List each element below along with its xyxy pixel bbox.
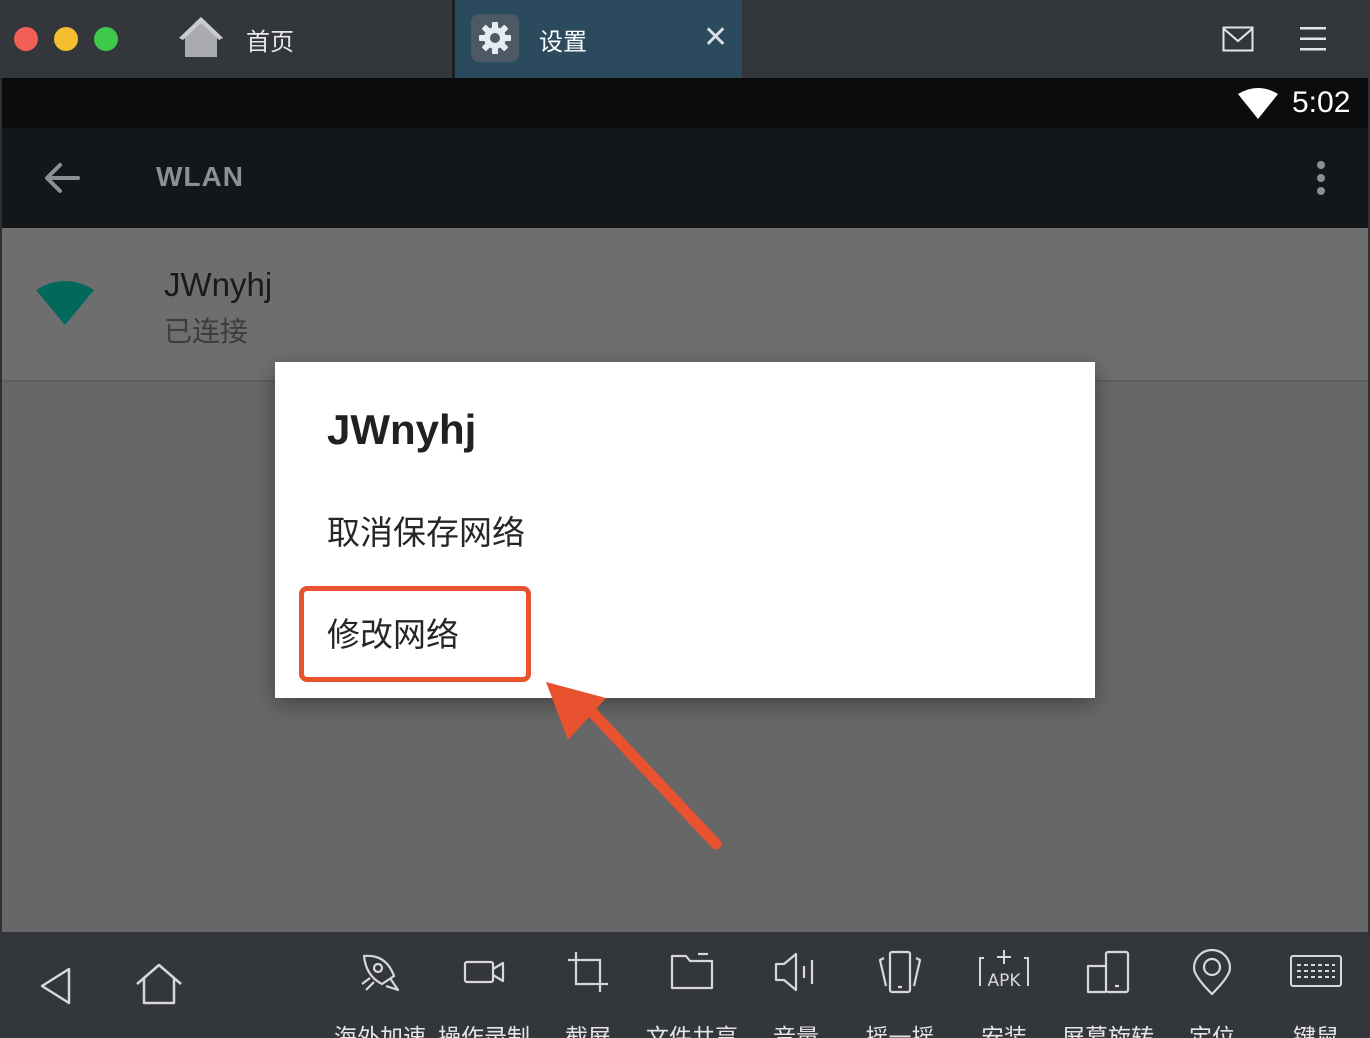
home-icon [176,14,226,64]
network-name: JWnyhj [164,266,273,303]
location-pin-icon [1192,948,1232,996]
apk-install-icon: APK [979,950,1029,991]
speaker-icon [774,952,814,992]
maximize-window-button[interactable] [94,27,118,51]
gear-icon [471,14,519,62]
tool-label: 摇一摇 [865,1025,935,1038]
title-bar: 首页 设置 ✕ [0,0,1370,78]
rotate-screen-button[interactable]: 屏幕旋转 [1056,948,1160,1038]
dialog-title: JWnyhj [327,406,477,453]
wifi-signal-icon [36,280,94,330]
status-time: 5:02 [1292,86,1351,119]
install-apk-button[interactable]: APK 安装 [952,948,1056,1038]
crop-icon [568,952,608,992]
tool-label: 操作录制 [438,1025,530,1038]
nav-back-icon[interactable] [38,966,74,1010]
minimize-window-button[interactable] [54,27,78,51]
overseas-accelerate-button[interactable]: 海外加速 [328,948,432,1038]
tool-label: 截屏 [565,1025,611,1038]
mail-icon[interactable] [1222,26,1254,56]
file-share-button[interactable]: 文件共享 [640,948,744,1038]
tab-home-label: 首页 [246,28,294,56]
android-status-bar: 5:02 [2,78,1368,128]
bottom-toolbar: 海外加速 操作录制 截屏 文件共享 音量 摇一摇 APK 安装 屏幕旋转 定位 … [0,932,1370,1038]
close-window-button[interactable] [14,27,38,51]
volume-button[interactable]: 音量 [744,948,848,1038]
tool-label: 文件共享 [646,1025,738,1038]
highlight-box [299,586,531,682]
network-list-item[interactable]: JWnyhj 已连接 [2,228,1368,382]
shake-phone-icon [878,950,922,994]
emulator-window: 首页 设置 ✕ 5:02 WLAN JWnyhj 已连接 JWnyhj 取消保存… [0,0,1370,1038]
keyboard-mouse-button[interactable]: 键鼠 [1264,948,1368,1038]
keyboard-icon [1290,955,1342,987]
tab-home[interactable]: 首页 [150,0,452,78]
tool-label: 屏幕旋转 [1062,1025,1154,1038]
more-options-icon[interactable] [1314,160,1328,200]
wifi-icon [1238,88,1278,124]
screenshot-button[interactable]: 截屏 [536,948,640,1038]
forget-network-option[interactable]: 取消保存网络 [327,506,525,554]
video-camera-icon [463,960,505,984]
page-title: WLAN [156,161,244,192]
tab-settings[interactable]: 设置 ✕ [452,0,742,78]
location-button[interactable]: 定位 [1160,948,1264,1038]
network-status: 已连接 [164,315,249,348]
tool-label: 定位 [1189,1025,1235,1038]
record-operation-button[interactable]: 操作录制 [432,948,536,1038]
tab-settings-label: 设置 [539,28,587,56]
shake-button[interactable]: 摇一摇 [848,948,952,1038]
back-arrow-icon[interactable] [42,160,82,200]
annotation-arrow-icon [530,668,730,862]
close-tab-icon[interactable]: ✕ [703,18,728,58]
tool-label: 音量 [773,1025,819,1038]
nav-home-icon[interactable] [134,962,184,1010]
action-bar: WLAN [2,128,1368,228]
tool-label: 安装 [981,1025,1027,1038]
rotate-screen-icon [1086,950,1130,994]
tool-label: 海外加速 [334,1025,426,1038]
folder-icon [670,952,714,990]
menu-icon[interactable] [1298,24,1328,58]
svg-text:APK: APK [987,971,1021,991]
tool-label: 键鼠 [1293,1025,1339,1038]
rocket-icon [361,954,400,992]
